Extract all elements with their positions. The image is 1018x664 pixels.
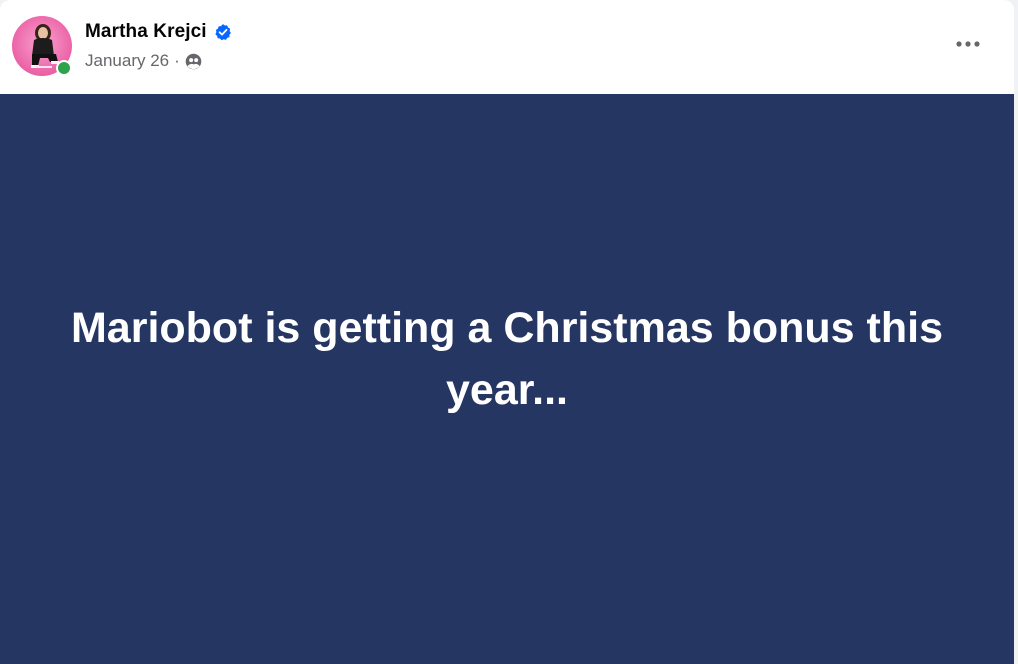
author-name[interactable]: Martha Krejci [85, 21, 207, 43]
more-options-button[interactable] [948, 24, 988, 64]
post-text: Mariobot is getting a Christmas bonus th… [70, 304, 943, 414]
post-text-background: Mariobot is getting a Christmas bonus th… [0, 94, 1014, 664]
post-meta: January 26 · [85, 50, 203, 72]
author-line: Martha Krejci [85, 20, 232, 44]
meta-separator: · [174, 51, 180, 70]
verified-badge-icon [215, 24, 231, 41]
more-horizontal-icon [956, 41, 980, 47]
facebook-post: Martha Krejci January 26 · Mariobot is g… [0, 0, 1014, 664]
public-globe-icon[interactable] [184, 52, 203, 71]
author-avatar-link[interactable] [12, 16, 72, 76]
online-status-dot [56, 60, 72, 76]
post-header: Martha Krejci January 26 · [0, 0, 1014, 94]
post-date-link[interactable]: January 26 [85, 51, 169, 71]
